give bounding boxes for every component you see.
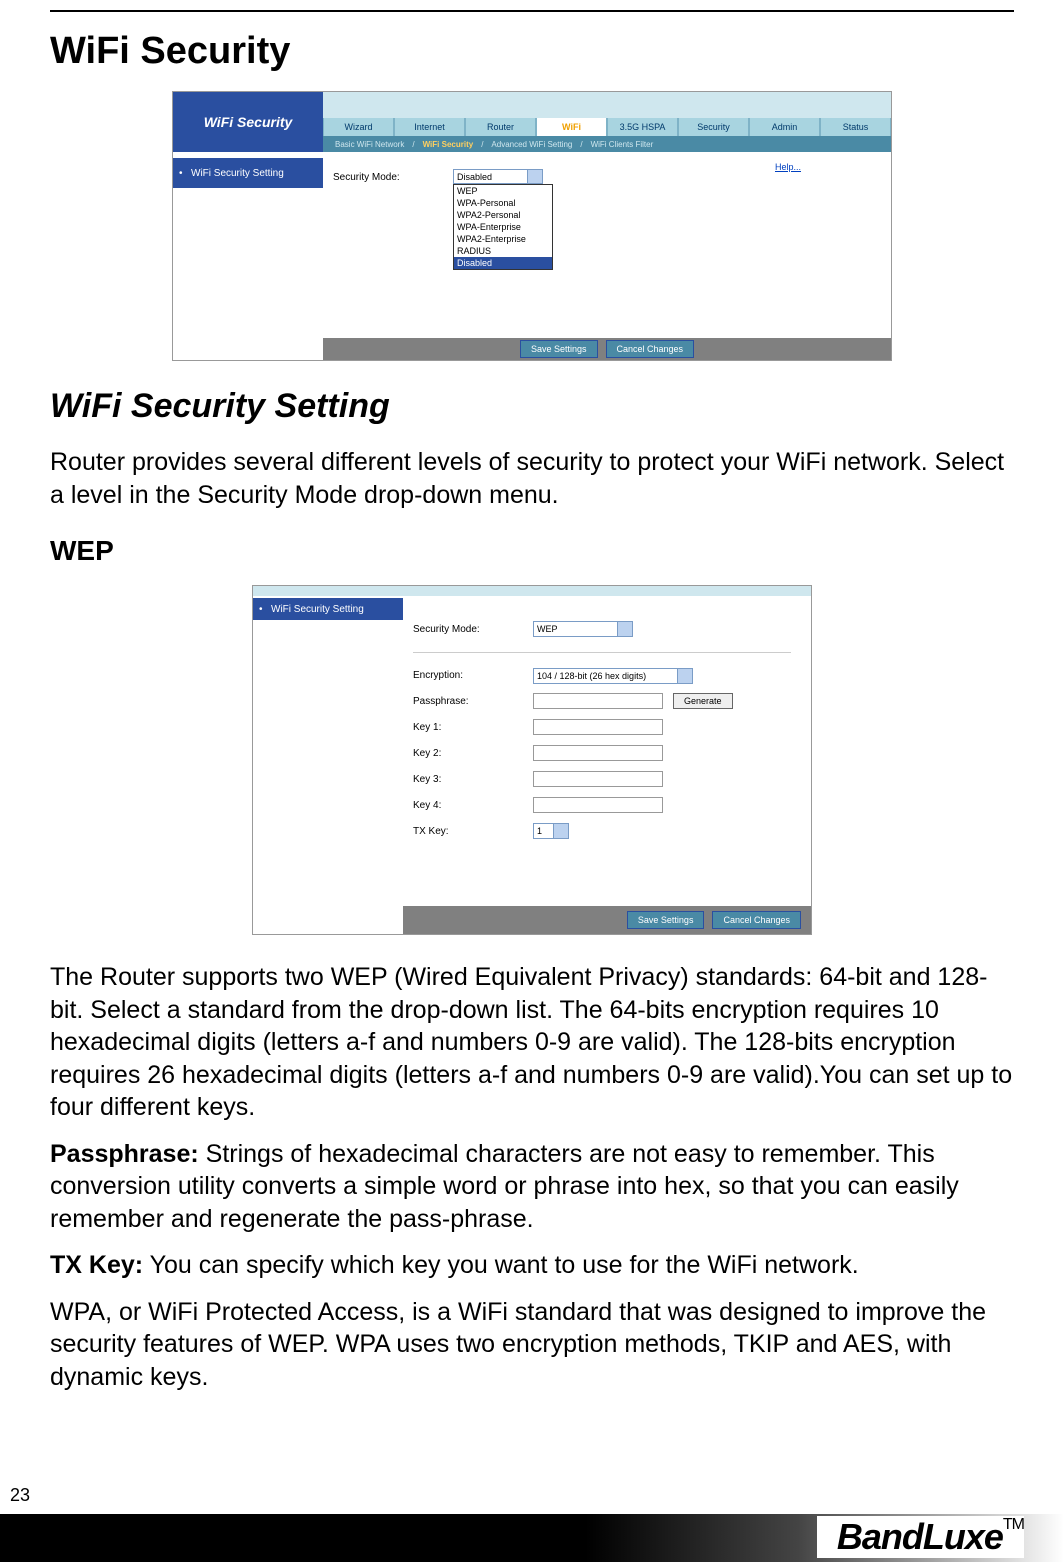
page-number: 23 (10, 1485, 30, 1506)
option-wep[interactable]: WEP (454, 185, 552, 197)
security-mode-label: Security Mode: (413, 624, 533, 635)
txkey-description: TX Key: You can specify which key you wa… (50, 1249, 1014, 1282)
chevron-down-icon (557, 828, 565, 833)
option-radius[interactable]: RADIUS (454, 245, 552, 257)
option-wpa2-personal[interactable]: WPA2-Personal (454, 209, 552, 221)
key4-label: Key 4: (413, 800, 533, 811)
subtab-advanced[interactable]: Advanced WiFi Setting (491, 140, 572, 149)
wep-description: The Router supports two WEP (Wired Equiv… (50, 961, 1014, 1124)
subtab-security[interactable]: WiFi Security (423, 140, 474, 149)
sidebar-item-security-setting[interactable]: WiFi Security Setting (173, 158, 323, 188)
passphrase-label: Passphrase: (413, 696, 533, 707)
security-mode-dropdown[interactable]: WEP WPA-Personal WPA2-Personal WPA-Enter… (453, 184, 553, 270)
tab-wifi[interactable]: WiFi (536, 118, 607, 136)
txkey-select[interactable]: 1 (533, 823, 569, 839)
key2-input[interactable] (533, 745, 663, 761)
subtab-clients[interactable]: WiFi Clients Filter (591, 140, 654, 149)
passphrase-description: Passphrase: Strings of hexadecimal chara… (50, 1138, 1014, 1236)
subtab-basic[interactable]: Basic WiFi Network (335, 140, 404, 149)
help-link[interactable]: Help... (775, 162, 801, 172)
key3-input[interactable] (533, 771, 663, 787)
chevron-down-icon (681, 673, 689, 678)
save-button[interactable]: Save Settings (520, 340, 598, 358)
section-heading: WiFi Security Setting (50, 387, 1014, 426)
option-wpa2-enterprise[interactable]: WPA2-Enterprise (454, 233, 552, 245)
key1-input[interactable] (533, 719, 663, 735)
tab-wizard[interactable]: Wizard (323, 118, 394, 136)
sidebar-item-security-setting[interactable]: WiFi Security Setting (253, 598, 403, 620)
key4-input[interactable] (533, 797, 663, 813)
cancel-button[interactable]: Cancel Changes (606, 340, 695, 358)
tab-router[interactable]: Router (465, 118, 536, 136)
page-title: WiFi Security (50, 30, 1014, 73)
screenshot-security-mode: WiFi Security Wizard Internet Router WiF… (172, 91, 892, 361)
intro-text: Router provides several different levels… (50, 446, 1014, 511)
generate-button[interactable]: Generate (673, 693, 733, 709)
security-mode-label: Security Mode: (333, 172, 400, 183)
key2-label: Key 2: (413, 748, 533, 759)
txkey-label: TX Key: (413, 826, 533, 837)
tab-status[interactable]: Status (820, 118, 891, 136)
save-button[interactable]: Save Settings (627, 911, 705, 929)
chevron-down-icon (531, 173, 539, 178)
option-disabled[interactable]: Disabled (454, 257, 552, 269)
encryption-label: Encryption: (413, 670, 533, 681)
key1-label: Key 1: (413, 722, 533, 733)
security-mode-select[interactable]: WEP (533, 621, 633, 637)
wep-heading: WEP (50, 535, 1014, 567)
cancel-button[interactable]: Cancel Changes (712, 911, 801, 929)
option-wpa-personal[interactable]: WPA-Personal (454, 197, 552, 209)
panel-title: WiFi Security (173, 92, 323, 152)
chevron-down-icon (621, 626, 629, 631)
tab-hspa[interactable]: 3.5G HSPA (607, 118, 678, 136)
wpa-description: WPA, or WiFi Protected Access, is a WiFi… (50, 1296, 1014, 1394)
security-mode-select[interactable]: Disabled (453, 169, 543, 184)
tab-security[interactable]: Security (678, 118, 749, 136)
option-wpa-enterprise[interactable]: WPA-Enterprise (454, 221, 552, 233)
tab-admin[interactable]: Admin (749, 118, 820, 136)
tab-internet[interactable]: Internet (394, 118, 465, 136)
key3-label: Key 3: (413, 774, 533, 785)
encryption-select[interactable]: 104 / 128-bit (26 hex digits) (533, 668, 693, 684)
passphrase-input[interactable] (533, 693, 663, 709)
screenshot-wep-settings: WiFi Security Setting Security Mode: WEP… (252, 585, 812, 935)
